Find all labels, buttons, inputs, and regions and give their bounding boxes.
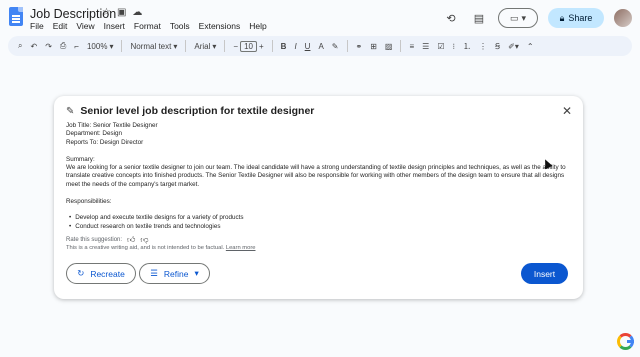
more-icon[interactable]: ⋮ [479, 42, 487, 51]
add-comment-icon[interactable]: ⊞ [370, 42, 377, 51]
menu-edit[interactable]: Edit [53, 21, 68, 31]
menu-format[interactable]: Format [134, 21, 161, 31]
refresh-icon: ↻ [77, 268, 85, 278]
magic-wand-icon: ✎ [66, 105, 75, 117]
title-icons: ☆ ▣ ☁ [102, 7, 142, 18]
toolbar-divider [224, 40, 226, 52]
refine-label: Refine [163, 268, 189, 279]
line-spacing-icon[interactable]: ☰ [422, 42, 429, 51]
highlight-icon[interactable]: ✎ [332, 42, 339, 51]
italic-icon[interactable]: I [294, 42, 296, 51]
top-right-controls: ⟲ ▤ ▭ ▾ 🔒︎ Share [442, 8, 632, 28]
google-logo-icon [617, 333, 634, 350]
disclaimer: This is a creative writing aid, and is n… [66, 245, 256, 251]
toolbar-divider [271, 40, 273, 52]
summary-heading: Summary: [66, 155, 95, 163]
share-label: Share [568, 13, 593, 23]
bulleted-list-icon[interactable]: ⁝ [452, 42, 455, 51]
menu-file[interactable]: File [30, 21, 44, 31]
learn-more-link[interactable]: Learn more [226, 245, 256, 251]
recreate-button[interactable]: ↻ Recreate [66, 263, 136, 284]
summary-text: We are looking for a senior textile desi… [66, 164, 566, 188]
list-item: Develop and execute textile designs for … [69, 214, 571, 222]
video-camera-icon: ▭ [509, 12, 519, 23]
chevron-down-icon: ▾ [212, 41, 217, 51]
font-value: Arial [194, 41, 211, 51]
chevron-down-icon: ▾ [521, 12, 527, 23]
thumbs-up-icon[interactable]: 👍︎ [127, 235, 135, 245]
menu-bar: File Edit View Insert Format Tools Exten… [30, 21, 267, 31]
job-title-line: Job Title: Senior Textile Designer [66, 122, 158, 129]
style-value: Normal text [130, 41, 172, 51]
list-item: Conduct research on textile trends and t… [69, 223, 571, 231]
star-icon[interactable]: ☆ [102, 7, 111, 18]
move-folder-icon[interactable]: ▣ [117, 7, 126, 18]
lock-icon: 🔒︎ [559, 12, 565, 23]
meet-button[interactable]: ▭ ▾ [498, 8, 538, 28]
cloud-status-icon[interactable]: ☁ [132, 7, 142, 18]
toolbar-divider [121, 40, 123, 52]
toolbar-divider [400, 40, 402, 52]
search-menus-icon[interactable]: ⌕ [18, 41, 22, 51]
refine-button[interactable]: ☰ Refine ▾ [139, 263, 210, 284]
align-icon[interactable]: ≡ [409, 42, 414, 51]
title-bar: Job Description ☆ ▣ ☁ File Edit View Ins… [0, 0, 640, 36]
responsibilities-heading: Responsibilities: [66, 197, 112, 205]
reports-to-line: Reports To: Design Director [66, 138, 144, 146]
history-icon[interactable]: ⟲ [442, 9, 460, 27]
font-select[interactable]: Arial ▾ [194, 42, 216, 51]
responsibilities-list: Develop and execute textile designs for … [66, 214, 571, 231]
department-line: Department: Design [66, 130, 122, 138]
recreate-label: Recreate [90, 268, 125, 279]
undo-icon[interactable]: ↶ [30, 42, 37, 51]
zoom-select[interactable]: 100% ▾ [87, 42, 113, 51]
tune-icon: ☰ [150, 268, 158, 278]
generated-text: Job Title: Senior Textile Designer Depar… [66, 122, 571, 231]
print-icon[interactable]: ⎙ [60, 41, 66, 51]
font-size-input[interactable]: 10 [240, 40, 257, 52]
link-icon[interactable]: ⚭ [356, 42, 363, 51]
rating-row: Rate this suggestion: 👍︎ 👎︎ [66, 235, 149, 245]
rate-label: Rate this suggestion: [66, 237, 123, 243]
thumbs-down-icon[interactable]: 👎︎ [140, 235, 148, 245]
help-me-write-card: ✎ Senior level job description for texti… [54, 96, 583, 299]
menu-view[interactable]: View [76, 21, 94, 31]
close-icon[interactable]: ✕ [562, 104, 572, 118]
editing-mode-icon[interactable]: ✐▾ [508, 42, 519, 51]
toolbar-divider [346, 40, 348, 52]
card-header: ✎ Senior level job description for texti… [66, 105, 314, 117]
chevron-up-icon[interactable]: ⌃ [527, 42, 534, 51]
avatar[interactable] [614, 9, 632, 27]
clear-formatting-icon[interactable]: Ꞩ [495, 42, 500, 51]
checklist-icon[interactable]: ☑ [437, 42, 444, 51]
menu-extensions[interactable]: Extensions [199, 21, 241, 31]
menu-tools[interactable]: Tools [170, 21, 190, 31]
menu-insert[interactable]: Insert [104, 21, 125, 31]
bold-icon[interactable]: B [281, 42, 287, 51]
text-color-icon[interactable]: A [318, 42, 323, 51]
insert-button[interactable]: Insert [521, 263, 568, 284]
share-button[interactable]: 🔒︎ Share [548, 8, 604, 28]
chevron-down-icon: ▾ [194, 268, 199, 278]
toolbar-divider [185, 40, 187, 52]
chevron-down-icon: ▾ [173, 41, 178, 51]
formatting-toolbar: ⌕ ↶ ↷ ⎙ ⌐ 100% ▾ Normal text ▾ Arial ▾ −10 +… [8, 36, 632, 56]
underline-icon[interactable]: U [305, 42, 311, 51]
style-select[interactable]: Normal text ▾ [130, 42, 177, 51]
numbered-list-icon[interactable]: ⒈ [463, 41, 471, 52]
menu-help[interactable]: Help [249, 21, 266, 31]
chevron-down-icon: ▾ [109, 41, 114, 51]
plus-icon[interactable]: + [259, 42, 264, 51]
minus-icon[interactable]: − [233, 42, 238, 51]
redo-icon[interactable]: ↷ [45, 42, 52, 51]
font-size-stepper[interactable]: −10 + [233, 40, 264, 52]
comments-icon[interactable]: ▤ [470, 9, 488, 27]
disclaimer-text: This is a creative writing aid, and is n… [66, 245, 225, 251]
zoom-value: 100% [86, 41, 108, 51]
card-title: Senior level job description for textile… [80, 105, 315, 117]
docs-logo-icon[interactable] [9, 7, 23, 26]
paint-format-icon[interactable]: ⌐ [74, 42, 79, 51]
insert-image-icon[interactable]: ▨ [385, 42, 393, 51]
